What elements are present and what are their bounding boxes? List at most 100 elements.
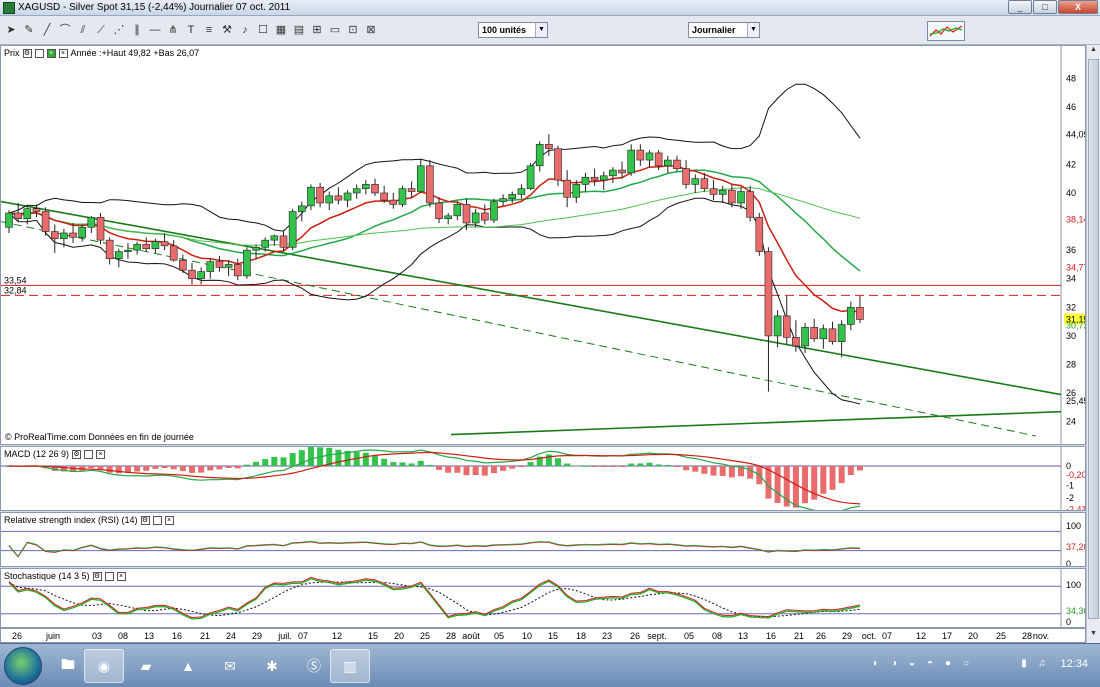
price-panel-label: Prix: [4, 48, 20, 58]
zoom-icon[interactable]: ⊞: [310, 23, 324, 37]
candle: [819, 328, 828, 340]
date-tick-label: 21: [200, 631, 210, 641]
candle: [773, 315, 782, 337]
browser-icon[interactable]: ◉: [84, 649, 124, 683]
wrench-icon[interactable]: ⚙: [140, 515, 150, 525]
settings-icon[interactable]: ✱: [252, 649, 292, 683]
scrollbar-thumb[interactable]: [1088, 59, 1099, 619]
trend-tool-icon[interactable]: ⟋: [94, 23, 108, 37]
period-select[interactable]: Journalier ▼: [688, 22, 760, 38]
vertical-scrollbar[interactable]: ▲ ▼: [1086, 45, 1100, 643]
window-icon[interactable]: [34, 48, 44, 58]
hline-tool-icon[interactable]: —: [148, 23, 162, 37]
tray-icon[interactable]: ◒: [906, 658, 918, 670]
table-icon[interactable]: ▤: [292, 23, 306, 37]
maximize-button[interactable]: □: [1033, 0, 1057, 14]
candle: [490, 201, 498, 221]
skype-icon[interactable]: Ⓢ: [294, 649, 334, 683]
stochastic-chart[interactable]: 100 34,3670: [1, 569, 1085, 627]
mail-icon[interactable]: ✉: [210, 649, 250, 683]
macd-histogram-bar: [747, 466, 754, 479]
alert-tool-icon[interactable]: ⚒: [220, 23, 234, 37]
minimize-button[interactable]: _: [1008, 0, 1032, 14]
tray-icon[interactable]: ●: [942, 658, 954, 670]
units-select[interactable]: 100 unités ▼: [478, 22, 548, 38]
macd-histogram-bar: [472, 466, 479, 476]
explorer-icon[interactable]: 🖿: [48, 649, 88, 683]
tray-icon[interactable]: ◓: [924, 658, 936, 670]
stochastic-panel[interactable]: 100 34,3670 Stochastique (14 3 5) ⚙ ×: [0, 568, 1086, 628]
window-icon[interactable]: [152, 515, 162, 525]
ruler-icon[interactable]: ✎: [22, 23, 36, 37]
wrench-icon[interactable]: ⚙: [72, 449, 82, 459]
chevron-down-icon: ▼: [535, 23, 547, 37]
window-icon[interactable]: [104, 571, 114, 581]
bell-icon[interactable]: ♪: [238, 23, 252, 37]
network-icon[interactable]: ▮: [1018, 658, 1030, 670]
macd-signal-line: [8, 451, 861, 505]
volume-icon[interactable]: ♫: [1036, 658, 1048, 670]
fan-tool-icon[interactable]: ⋰: [112, 23, 126, 37]
media-icon[interactable]: ▲: [168, 649, 208, 683]
period-select-value: Journalier: [692, 25, 736, 35]
scroll-up-icon[interactable]: ▲: [1088, 46, 1099, 58]
shape-tool-icon[interactable]: ☐: [256, 23, 270, 37]
rect-tool-icon[interactable]: ▭: [328, 23, 342, 37]
price-tick-label: 30,72: [1066, 321, 1085, 331]
price-panel[interactable]: 33,5432,84 48 46 44,092 42 40 38,142 36 34,77334…: [0, 45, 1086, 445]
close-icon[interactable]: ×: [96, 449, 106, 459]
tray-icon[interactable]: ○: [960, 658, 972, 670]
rsi-panel[interactable]: 100 37,208 0 Relative strength index (RSI)…: [0, 512, 1086, 567]
hline-label: 32,84: [4, 285, 27, 295]
date-tick-label: 29: [842, 631, 852, 641]
macd-chart[interactable]: 0-0,2017-1-2-2,4146: [1, 447, 1085, 510]
cursor-icon[interactable]: ➤: [4, 23, 18, 37]
fit-icon[interactable]: ⊠: [364, 23, 378, 37]
channel-tool-icon[interactable]: ⫽: [76, 23, 90, 37]
grid-icon[interactable]: ▦: [274, 23, 288, 37]
macd-histogram-bar: [262, 459, 269, 466]
close-button[interactable]: X: [1058, 0, 1098, 14]
add-icon[interactable]: +: [46, 48, 56, 58]
start-button[interactable]: [4, 647, 42, 685]
fibo-tool-icon[interactable]: ≡: [202, 23, 216, 37]
prorealtime-icon[interactable]: ▥: [330, 649, 370, 683]
text-tool-icon[interactable]: T: [184, 23, 198, 37]
macd-histogram-bar: [198, 466, 205, 473]
date-tick-label: 13: [144, 631, 154, 641]
candle: [636, 149, 645, 161]
tray-icon[interactable]: ◑: [888, 658, 900, 670]
macd-histogram-bar: [600, 466, 607, 467]
close-icon[interactable]: ×: [164, 515, 174, 525]
bollinger-upper-band: [8, 83, 861, 232]
macd-histogram-bar: [719, 466, 726, 476]
close-icon[interactable]: ×: [116, 571, 126, 581]
parallel-tool-icon[interactable]: ∥: [130, 23, 144, 37]
macd-panel[interactable]: 0-0,2017-1-2-2,4146 MACD (12 26 9) ⚙ ×: [0, 446, 1086, 511]
link-icon[interactable]: ⊡: [346, 23, 360, 37]
remove-icon[interactable]: ×: [58, 48, 68, 58]
trend-chart-icon: [929, 25, 963, 37]
wrench-icon[interactable]: ⚙: [22, 48, 32, 58]
indicator-preview-button[interactable]: [927, 21, 965, 41]
scroll-down-icon[interactable]: ▼: [1088, 630, 1099, 642]
wrench-icon[interactable]: ⚙: [92, 571, 102, 581]
price-tick-label: 42: [1066, 159, 1076, 169]
price-chart[interactable]: 33,5432,84 48 46 44,092 42 40 38,142 36 34,77334…: [1, 46, 1085, 444]
tray-icon[interactable]: ◐: [870, 658, 882, 670]
candle: [60, 232, 68, 240]
macd-tick-label: -0,2017: [1066, 470, 1085, 480]
window-icon[interactable]: [84, 449, 94, 459]
macd-histogram-bar: [88, 466, 95, 469]
date-tick-label: 26: [630, 631, 640, 641]
line-tool-icon[interactable]: ╱: [40, 23, 54, 37]
candle: [691, 178, 700, 185]
arc-tool-icon[interactable]: ⌒: [58, 23, 72, 37]
folder-icon[interactable]: ▰: [126, 649, 166, 683]
date-tick-label: juil.: [277, 631, 292, 641]
price-tick-label: 28: [1066, 360, 1076, 370]
macd-histogram-bar: [573, 465, 580, 467]
pitchfork-icon[interactable]: ⋔: [166, 23, 180, 37]
window-titlebar: XAGUSD - Silver Spot 31,15 (-2,44%) Jour…: [0, 0, 1100, 16]
date-tick-label: 24: [226, 631, 236, 641]
